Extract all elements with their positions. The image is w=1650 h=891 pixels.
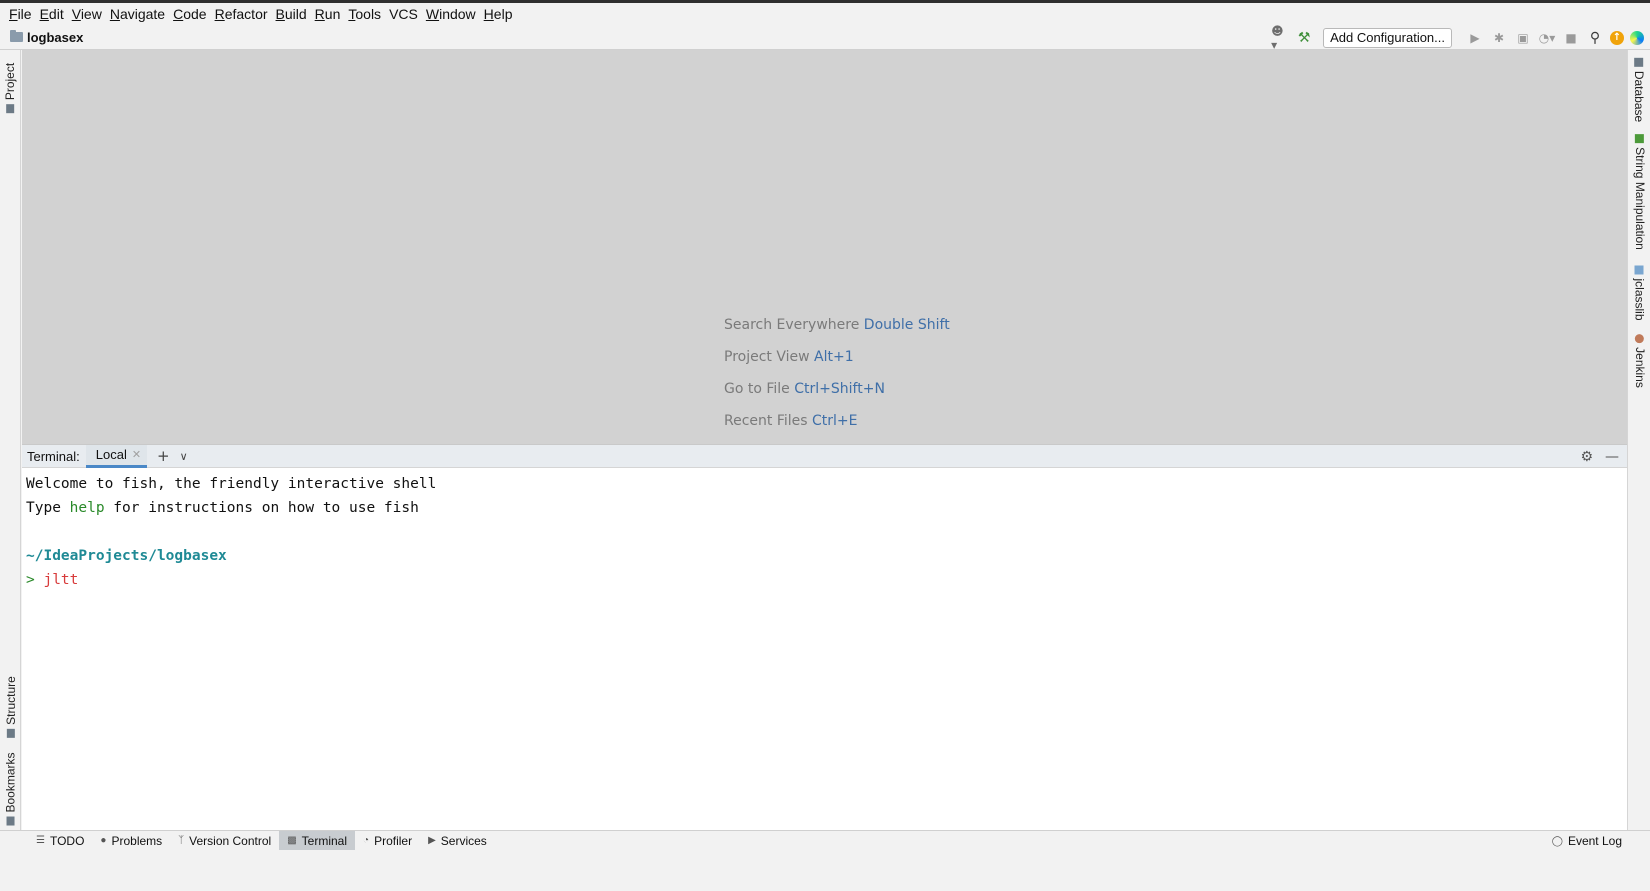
tool-tab-terminal[interactable]: ▩ Terminal [279, 830, 356, 851]
menu-build[interactable]: Build [273, 6, 312, 22]
left-tool-strip: Project Structure Bookmarks [0, 50, 21, 830]
services-icon: ▶ [428, 835, 436, 846]
menu-vcs[interactable]: VCS [386, 6, 423, 22]
terminal-prompt-line[interactable]: > jltt [26, 568, 1627, 592]
tool-tab-profiler[interactable]: ◔ Profiler [355, 831, 420, 851]
main-toolbar: ☻▾ ⚒ Add Configuration... ▶ ✱ ▣ ◔▾ ■ ⚲ ↑ [1271, 24, 1644, 52]
project-breadcrumb[interactable]: logbasex [10, 30, 83, 45]
menu-tools[interactable]: Tools [345, 6, 386, 22]
stop-icon[interactable]: ■ [1562, 29, 1580, 47]
plugin-logo-icon[interactable] [1630, 30, 1644, 45]
tool-tab-structure[interactable]: Structure [0, 672, 21, 742]
tool-tab-jenkins[interactable]: Jenkins [1628, 334, 1650, 388]
tool-tab-project[interactable]: Project [0, 58, 21, 118]
gear-icon[interactable]: ⚙ [1580, 449, 1593, 465]
add-terminal-icon[interactable]: + [157, 447, 170, 465]
branch-icon: ᛉ [178, 835, 185, 846]
event-log-button[interactable]: ◯ Event Log [1544, 831, 1630, 851]
list-icon: ☰ [36, 835, 45, 846]
pencil-icon [1635, 134, 1645, 144]
chevron-down-icon[interactable]: ∨ [180, 450, 188, 463]
tool-tab-problems[interactable]: ● Problems [92, 831, 170, 851]
tool-tab-todo[interactable]: ☰ TODO [28, 831, 92, 851]
hint-project-view: Project View Alt+1 [724, 349, 854, 365]
tool-tab-jclasslib[interactable]: jclasslib [1628, 264, 1650, 322]
project-icon [6, 104, 15, 114]
database-icon [1635, 57, 1644, 67]
structure-icon [6, 728, 15, 738]
tool-tab-string-manipulation[interactable]: String Manipulation [1628, 134, 1650, 250]
menu-view[interactable]: View [69, 6, 107, 22]
menu-refactor[interactable]: Refactor [212, 6, 273, 22]
terminal-header: Terminal: Local ✕ + ∨ ⚙ — [22, 444, 1627, 468]
profile-dropdown-icon[interactable]: ◔▾ [1538, 29, 1556, 47]
jenkins-icon [1635, 334, 1644, 344]
bookmark-icon [6, 816, 15, 826]
menu-window[interactable]: Window [423, 6, 481, 22]
build-hammer-icon[interactable]: ⚒ [1295, 29, 1313, 47]
tool-tab-database[interactable]: Database [1628, 57, 1650, 122]
menu-file[interactable]: File [6, 6, 37, 22]
tool-tab-bookmarks[interactable]: Bookmarks [0, 750, 21, 828]
menu-code[interactable]: Code [170, 6, 211, 22]
bottom-tool-bar: ☰ TODO ● Problems ᛉ Version Control ▩ Termin… [0, 830, 1650, 851]
terminal-title: Terminal: [27, 448, 80, 464]
menu-edit[interactable]: Edit [37, 6, 69, 22]
terminal-cwd: ~/IdeaProjects/logbasex [26, 548, 227, 564]
update-icon[interactable]: ↑ [1610, 30, 1624, 45]
terminal-icon: ▩ [287, 835, 297, 846]
debug-icon[interactable]: ✱ [1490, 29, 1508, 47]
editor-hints: Search Everywhere Double Shift Project V… [724, 316, 950, 444]
hint-recent-files: Recent Files Ctrl+E [724, 413, 858, 429]
jclasslib-icon [1635, 265, 1645, 275]
close-icon[interactable]: ✕ [132, 448, 141, 461]
problems-icon: ● [100, 835, 107, 846]
menu-navigate[interactable]: Navigate [107, 6, 170, 22]
editor-empty-area[interactable]: Search Everywhere Double Shift Project V… [22, 50, 1627, 444]
tool-tab-services[interactable]: ▶ Services [420, 831, 495, 851]
account-icon[interactable]: ☻▾ [1271, 24, 1289, 52]
navigation-bar: logbasex ☻▾ ⚒ Add Configuration... ▶ ✱ ▣… [0, 24, 1650, 52]
coverage-icon[interactable]: ▣ [1514, 29, 1532, 47]
menu-bar: File Edit View Navigate Code Refactor Bu… [0, 3, 1650, 25]
search-icon[interactable]: ⚲ [1586, 29, 1604, 47]
terminal-line: Type help for instructions on how to use… [26, 500, 419, 516]
add-configuration-button[interactable]: Add Configuration... [1323, 27, 1452, 48]
menu-help[interactable]: Help [481, 6, 518, 22]
terminal-actions: ⚙ — [1580, 445, 1619, 468]
folder-icon [10, 30, 23, 42]
run-icon[interactable]: ▶ [1466, 29, 1484, 47]
right-tool-strip: Database String Manipulation jclasslib J… [1627, 50, 1650, 830]
hint-search-everywhere: Search Everywhere Double Shift [724, 317, 950, 333]
hint-go-to-file: Go to File Ctrl+Shift+N [724, 381, 885, 397]
minimize-icon[interactable]: — [1605, 449, 1619, 465]
profiler-icon: ◔ [363, 835, 370, 846]
tool-tab-version-control[interactable]: ᛉ Version Control [170, 831, 279, 851]
ide-window: File Edit View Navigate Code Refactor Bu… [0, 0, 1650, 891]
terminal-tab-local[interactable]: Local ✕ [85, 444, 148, 468]
terminal-output[interactable]: Welcome to fish, the friendly interactiv… [22, 468, 1627, 830]
window-bottom-padding [0, 850, 1650, 891]
chat-bubble-icon: ◯ [1551, 835, 1563, 847]
terminal-line: Welcome to fish, the friendly interactiv… [26, 476, 437, 492]
project-name: logbasex [27, 29, 84, 45]
menu-run[interactable]: Run [312, 6, 346, 22]
